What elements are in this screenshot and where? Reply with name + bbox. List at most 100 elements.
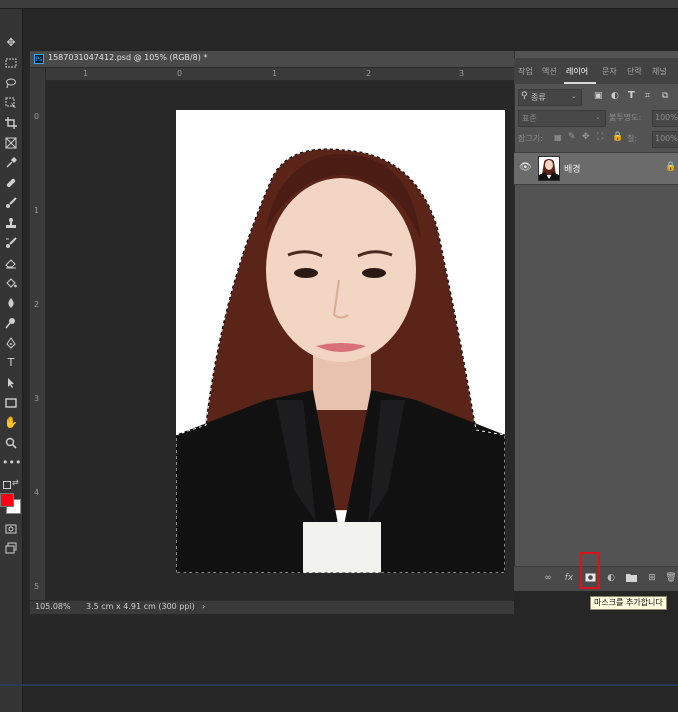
ruler-label: 3: [34, 394, 40, 403]
opacity-value: 100%: [655, 113, 678, 122]
pixel-filter-icon[interactable]: ▣: [594, 91, 603, 101]
layer-thumbnail: [538, 156, 560, 181]
frame-tool-icon[interactable]: [2, 135, 20, 151]
lock-row: 잠그기: ▦ ✎ ✥ ⛶ 🔒 칠: 100%: [514, 129, 678, 149]
tab-channels[interactable]: 채널: [652, 66, 667, 77]
marquee-tool-icon[interactable]: [2, 55, 20, 71]
quick-mask-icon[interactable]: [2, 521, 20, 537]
ps-file-icon: Ps: [34, 54, 44, 64]
chevron-down-icon: ⌄: [595, 113, 601, 121]
default-colors-icon[interactable]: [3, 481, 11, 489]
dodge-tool-icon[interactable]: [2, 315, 20, 331]
filter-kind-select[interactable]: ⚲ 종류 ⌄: [518, 89, 582, 106]
adjustment-layer-icon[interactable]: ◐: [605, 571, 617, 585]
blur-tool-icon[interactable]: [2, 295, 20, 311]
tab-history[interactable]: 작업: [518, 66, 533, 77]
lasso-tool-icon[interactable]: [2, 75, 20, 91]
type-filter-icon[interactable]: T: [628, 90, 635, 101]
paint-bucket-tool-icon[interactable]: [2, 275, 20, 291]
rectangle-tool-icon[interactable]: [2, 395, 20, 411]
zoom-level[interactable]: 105.08%: [35, 602, 71, 611]
hand-tool-icon[interactable]: ✋: [2, 415, 20, 431]
new-layer-icon[interactable]: ⊞: [646, 571, 658, 585]
mask-button-highlight: [580, 552, 600, 589]
chevron-down-icon: ⌄: [571, 92, 577, 100]
new-group-icon[interactable]: [625, 571, 637, 585]
eye-icon[interactable]: 👁: [519, 162, 532, 173]
type-tool-icon[interactable]: T: [2, 355, 20, 371]
ruler-label: 1: [83, 69, 89, 78]
active-tab-indicator: [564, 82, 596, 84]
blend-row: 표준 ⌄ 불투명도: 100%: [514, 108, 678, 128]
document-title: 1587031047412.psd @ 105% (RGB/8) *: [48, 53, 208, 62]
ruler-label: 1: [34, 206, 40, 215]
healing-brush-tool-icon[interactable]: [2, 175, 20, 191]
fill-value: 100%: [655, 134, 678, 143]
lock-all-icon[interactable]: 🔒: [612, 132, 623, 142]
path-selection-tool-icon[interactable]: [2, 375, 20, 391]
document-dimensions: 3.5 cm x 4.91 cm (300 ppi): [86, 602, 195, 611]
crop-tool-icon[interactable]: [2, 115, 20, 131]
link-layers-icon[interactable]: ∞: [542, 571, 554, 585]
ruler-label: 4: [34, 488, 40, 497]
lock-transparent-icon[interactable]: ▦: [554, 133, 562, 142]
history-brush-tool-icon[interactable]: [2, 235, 20, 251]
object-select-tool-icon[interactable]: [2, 95, 20, 111]
swap-colors-icon[interactable]: ⇄: [12, 478, 19, 487]
ruler-label: 0: [34, 112, 40, 121]
add-mask-tooltip: 마스크를 추가합니다: [590, 596, 667, 610]
zoom-tool-icon[interactable]: [2, 435, 20, 451]
foreground-color-swatch[interactable]: [0, 493, 14, 507]
screen-mode-icon[interactable]: [2, 540, 20, 556]
lock-label: 잠그기:: [518, 134, 543, 143]
ruler-label: 0: [177, 69, 183, 78]
delete-layer-icon[interactable]: 🗑: [665, 571, 677, 585]
lock-artboard-icon[interactable]: ⛶: [597, 132, 603, 142]
adjustment-filter-icon[interactable]: ◐: [611, 91, 619, 101]
layer-name[interactable]: 배경: [564, 162, 581, 175]
portrait-photo: [176, 148, 505, 573]
tab-character[interactable]: 문자: [602, 66, 617, 77]
ruler-label: 1: [272, 69, 278, 78]
opacity-label: 불투명도:: [609, 113, 642, 122]
shape-filter-icon[interactable]: ⌗: [645, 91, 650, 101]
tab-layers[interactable]: 레이어: [566, 66, 588, 77]
brush-tool-icon[interactable]: [2, 195, 20, 211]
divider: [0, 684, 678, 686]
options-bar: [0, 0, 678, 9]
blend-mode-label: 표준: [522, 114, 537, 123]
lock-icon: 🔒: [665, 162, 677, 172]
move-tool-icon[interactable]: ✥: [2, 35, 20, 51]
lock-pixels-icon[interactable]: ✎: [568, 132, 576, 142]
layer-filter-row: ⚲ 종류 ⌄ ▣ ◐ T ⌗ ⧉: [514, 87, 678, 107]
eraser-tool-icon[interactable]: [2, 255, 20, 271]
document-canvas[interactable]: [176, 110, 505, 573]
fill-input[interactable]: 100%: [652, 131, 678, 148]
lock-position-icon[interactable]: ✥: [582, 132, 590, 142]
ruler-label: 2: [366, 69, 372, 78]
ruler-label: 5: [34, 582, 40, 591]
ruler-label: 3: [459, 69, 465, 78]
more-tools-icon[interactable]: •••: [2, 455, 21, 471]
blend-mode-select[interactable]: 표준 ⌄: [518, 110, 606, 127]
tab-actions[interactable]: 액션: [542, 66, 557, 77]
pen-tool-icon[interactable]: [2, 335, 20, 351]
vertical-ruler: 0 1 2 3 4 5: [30, 68, 46, 600]
ruler-label: 2: [34, 300, 40, 309]
tab-paragraph[interactable]: 단락: [627, 66, 642, 77]
layer-style-icon[interactable]: fx: [563, 571, 575, 585]
toolbar: ✥ T ✋ ••• ⇄: [0, 9, 23, 712]
horizontal-ruler: 1 0 1 2 3: [46, 68, 514, 81]
eyedropper-tool-icon[interactable]: [2, 155, 20, 171]
fill-label: 칠:: [627, 134, 638, 143]
opacity-input[interactable]: 100%: [652, 110, 678, 127]
panel-tabs: 작업 액션 레이어 문자 단락 채널: [514, 58, 678, 84]
smart-object-filter-icon[interactable]: ⧉: [662, 91, 668, 101]
clone-stamp-tool-icon[interactable]: [2, 215, 20, 231]
search-icon: ⚲: [521, 91, 528, 101]
layer-row[interactable]: 👁 배경 🔒: [514, 152, 678, 185]
document-tab[interactable]: Ps 1587031047412.psd @ 105% (RGB/8) *: [30, 51, 514, 68]
status-menu-arrow[interactable]: ›: [202, 602, 205, 611]
status-bar: 105.08% 3.5 cm x 4.91 cm (300 ppi) ›: [30, 600, 514, 614]
filter-kind-label: 종류: [531, 93, 546, 102]
